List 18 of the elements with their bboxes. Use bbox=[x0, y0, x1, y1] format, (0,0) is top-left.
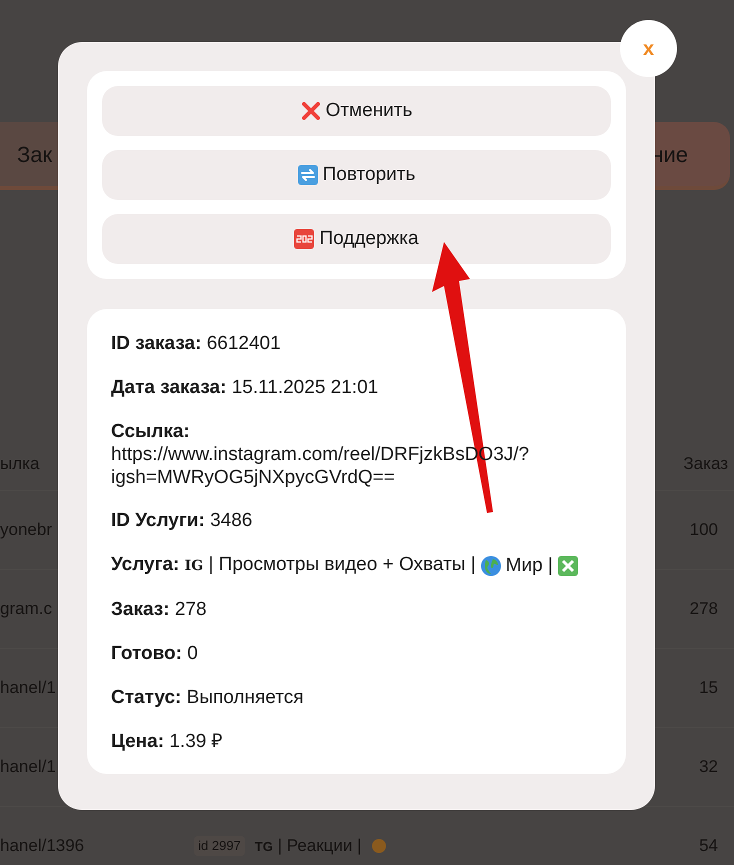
detail-line: Заказ: 278 bbox=[111, 598, 208, 622]
action-button[interactable]: Отменить bbox=[102, 86, 611, 136]
detail-line: Готово: 0 bbox=[111, 642, 199, 666]
detail-line: ID заказа: 6612401 bbox=[111, 332, 282, 356]
detail-line: Цена: 1.39 ₽ bbox=[111, 730, 224, 754]
cross-square-icon bbox=[558, 556, 578, 576]
repeat-icon bbox=[298, 165, 318, 185]
cross-icon bbox=[300, 101, 321, 121]
detail-line: Услуга: IG | Просмотры видео + Охваты | bbox=[111, 553, 476, 577]
globe-icon bbox=[480, 556, 501, 576]
action-button[interactable]: Поддержка bbox=[102, 214, 611, 264]
detail-line: Статус: Выполняется bbox=[111, 686, 304, 710]
detail-line: Дата заказа: 15.11.2025 21:01 bbox=[111, 376, 380, 400]
detail-line: ID Услуги: 3486 bbox=[111, 509, 254, 533]
region-text: Мир | bbox=[506, 554, 553, 578]
emoji-icon bbox=[372, 839, 386, 853]
action-button[interactable]: Повторить bbox=[102, 150, 611, 200]
id-badge: id 2997 bbox=[194, 836, 245, 856]
